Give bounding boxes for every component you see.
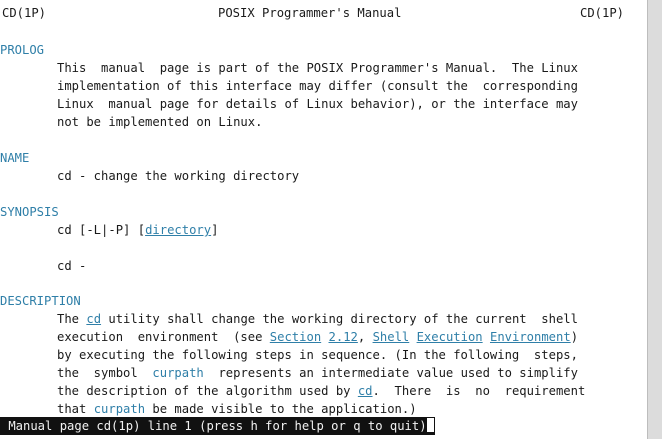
header-title: POSIX Programmer's Manual	[218, 6, 402, 20]
synopsis-line-2: cd -	[57, 259, 87, 273]
description-line: that curpath be made visible to the appl…	[57, 400, 417, 418]
synopsis-bracket: ]	[211, 223, 219, 237]
pager-status-bar: Manual page cd(1p) line 1 (press h for h…	[0, 417, 435, 435]
prolog-line: This manual page is part of the POSIX Pr…	[57, 61, 578, 75]
description-text: be made visible to the application.)	[145, 402, 417, 416]
description-text: )	[570, 330, 579, 344]
section-link[interactable]: Section	[270, 330, 321, 344]
description-text	[321, 330, 328, 344]
status-text: Manual page cd(1p) line 1 (press h for h…	[1, 419, 427, 433]
prolog-line: Linux manual page for details of Linux b…	[57, 97, 578, 111]
description-text: represents an intermediate value used to…	[203, 366, 578, 380]
section-heading-name: NAME	[0, 151, 30, 165]
section-heading-synopsis: SYNOPSIS	[0, 205, 59, 219]
cd-link[interactable]: cd	[86, 312, 101, 326]
execution-link[interactable]: Execution	[417, 330, 483, 344]
description-text: . There is no requirement	[372, 384, 586, 398]
description-line: execution environment (see Section 2.12,…	[57, 328, 578, 346]
description-text	[409, 330, 416, 344]
prolog-line: implementation of this interface may dif…	[57, 79, 578, 93]
cd-link[interactable]: cd	[358, 384, 373, 398]
description-text: execution environment (see	[57, 330, 270, 344]
cursor-block	[426, 418, 434, 432]
prolog-line: not be implemented on Linux.	[57, 115, 263, 129]
header-right: CD(1P)	[580, 6, 625, 20]
shell-link[interactable]: Shell	[373, 330, 410, 344]
window-edge	[647, 0, 662, 439]
description-text: ,	[357, 330, 373, 344]
description-text: the symbol	[57, 366, 153, 380]
synopsis-line-1: cd [-L|-P] [directory]	[57, 221, 218, 239]
curpath-term: curpath	[93, 402, 146, 416]
description-text: utility shall change the working directo…	[101, 312, 578, 326]
terminal-window[interactable]: CD(1P) POSIX Programmer's Manual CD(1P) …	[0, 0, 648, 439]
section-heading-prolog: PROLOG	[0, 43, 45, 57]
description-line: the description of the algorithm used by…	[57, 382, 585, 400]
description-text	[483, 330, 490, 344]
name-line: cd - change the working directory	[57, 169, 300, 183]
description-text: the description of the algorithm used by	[57, 384, 358, 398]
description-line: the symbol curpath represents an interme…	[57, 364, 578, 382]
synopsis-text: cd [-L|-P]	[57, 223, 138, 237]
description-line: by executing the following steps in sequ…	[57, 348, 578, 362]
synopsis-bracket: [	[137, 223, 146, 237]
section-heading-description: DESCRIPTION	[0, 294, 81, 308]
description-text: The	[57, 312, 87, 326]
description-line: The cd utility shall change the working …	[57, 310, 578, 328]
directory-link[interactable]: directory	[145, 223, 211, 237]
header-left: CD(1P)	[2, 6, 47, 20]
curpath-term: curpath	[152, 366, 204, 380]
environment-link[interactable]: Environment	[490, 330, 571, 344]
section-number-link[interactable]: 2.12	[329, 330, 358, 344]
description-text: that	[57, 402, 94, 416]
